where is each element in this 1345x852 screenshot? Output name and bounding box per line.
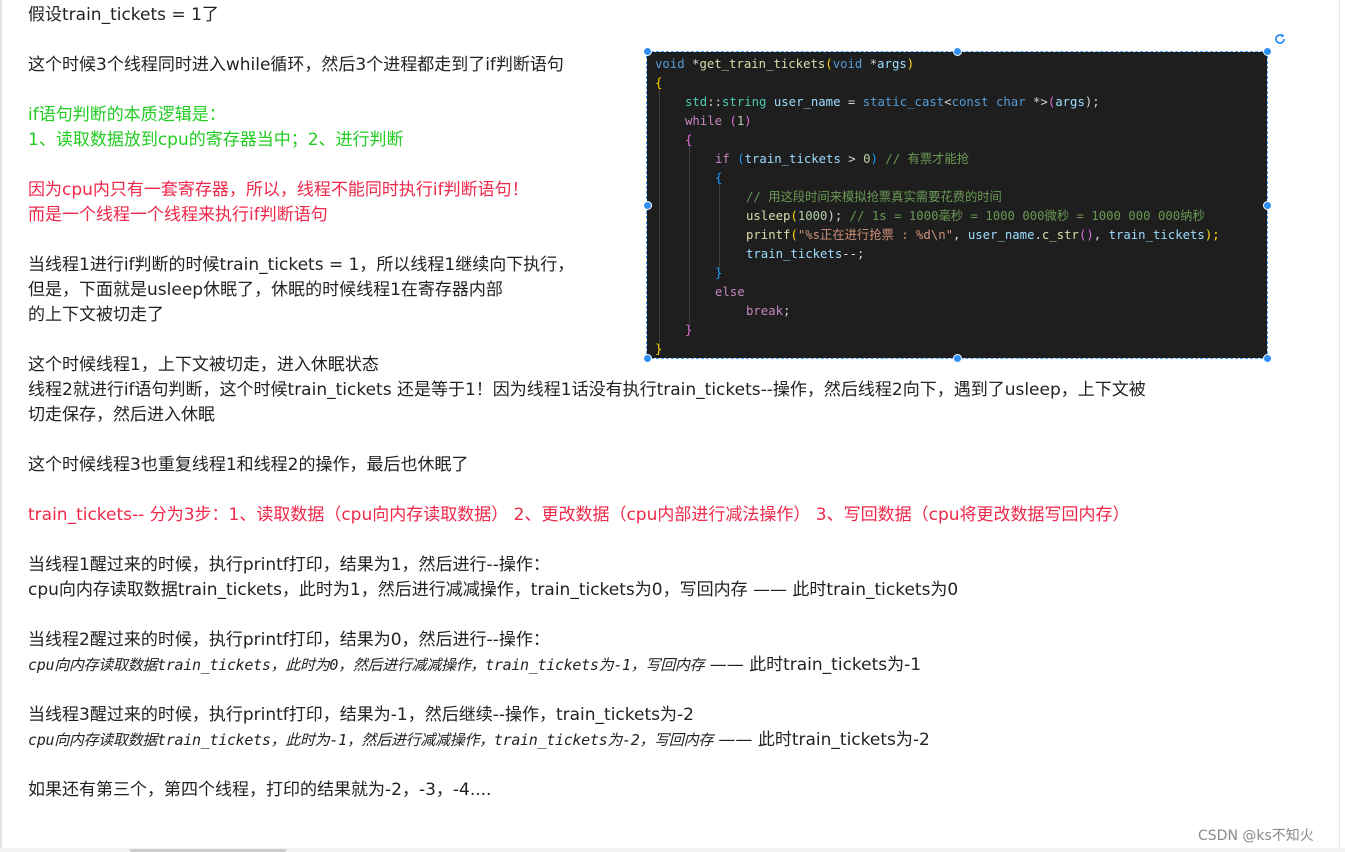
text-line-13: 这个时候线程3也重复线程1和线程2的操作，最后也休眠了 — [28, 455, 469, 475]
text-line-3: if语句判断的本质逻辑是： — [28, 105, 226, 125]
code-line-10: printf("%s正在进行抢票 : %d\n", user_name.c_st… — [746, 228, 1220, 242]
code-line-11: train_tickets--; — [746, 247, 865, 261]
text-line-20: cpu向内存读取数据train_tickets，此时为-1，然后进行减减操作，t… — [28, 728, 930, 753]
resize-handle-top-right[interactable] — [1263, 47, 1272, 56]
watermark: CSDN @ks不知火 — [1198, 828, 1314, 844]
text-line-5: 因为cpu内只有一套寄存器，所以，线程不能同时执行if判断语句！ — [28, 180, 529, 200]
text-segment: —— 此时train_tickets为-2 — [713, 730, 930, 750]
indent-guide — [719, 183, 720, 269]
resize-handle-bottom-left[interactable] — [643, 354, 652, 363]
left-border — [0, 0, 2, 852]
text-line-14: train_tickets-- 分为3步：1、读取数据（cpu向内存读取数据） … — [28, 505, 1130, 525]
text-line-12: 切走保存，然后进入休眠 — [28, 405, 215, 425]
code-line-3: std::string user_name = static_cast<cons… — [685, 95, 1100, 109]
right-border — [1339, 0, 1340, 852]
rotate-icon[interactable] — [1273, 32, 1287, 46]
text-line-2: 这个时候3个线程同时进入while循环，然后3个进程都走到了if判断语句 — [28, 55, 564, 75]
code-line-6: if (train_tickets > 0) // 有票才能抢 — [715, 152, 970, 166]
indent-guide — [659, 88, 660, 346]
resize-handle-left[interactable] — [643, 201, 652, 210]
text-line-11: 线程2就进行if语句判断，这个时候train_tickets 还是等于1！因为线… — [28, 380, 1146, 400]
code-line-8: // 用这段时间来模拟抢票真实需要花费的时间 — [746, 190, 1002, 204]
code-line-5: { — [685, 133, 693, 147]
code-line-15: } — [685, 323, 693, 337]
indent-guide — [689, 145, 690, 327]
resize-handle-bottom[interactable] — [953, 354, 962, 363]
text-line-9: 的上下文被切走了 — [28, 305, 164, 325]
code-line-4: while (1) — [685, 114, 752, 128]
resize-handle-top[interactable] — [953, 47, 962, 56]
text-line-21: 如果还有第三个，第四个线程，打印的结果就为-2，-3，-4.... — [28, 780, 492, 800]
code-line-9: usleep(1000); // 1s = 1000毫秒 = 1000 000微… — [746, 209, 1205, 223]
text-line-4: 1、读取数据放到cpu的寄存器当中；2、进行判断 — [28, 130, 404, 150]
code-line-14: break; — [746, 304, 791, 318]
text-line-7: 当线程1进行if判断的时候train_tickets = 1，所以线程1继续向下… — [28, 255, 575, 275]
text-line-16: cpu向内存读取数据train_tickets，此时为1，然后进行减减操作，tr… — [28, 580, 959, 600]
text-line-18: cpu向内存读取数据train_tickets，此时为0，然后进行减减操作，tr… — [28, 653, 921, 678]
text-line-17: 当线程2醒过来的时候，执行printf打印，结果为0，然后进行--操作： — [28, 630, 550, 650]
code-line-2: { — [655, 76, 663, 90]
handwritten-segment: cpu向内存读取数据train_tickets，此时为-1，然后进行减减操作，t… — [28, 731, 714, 749]
resize-handle-right[interactable] — [1263, 201, 1272, 210]
handwritten-segment: cpu向内存读取数据train_tickets，此时为0，然后进行减减操作，tr… — [28, 656, 705, 674]
text-line-19: 当线程3醒过来的时候，执行printf打印，结果为-1，然后继续--操作，tra… — [28, 705, 694, 725]
code-line-7: { — [715, 171, 723, 185]
text-line-6: 而是一个线程一个线程来执行if判断语句 — [28, 205, 328, 225]
code-image[interactable]: void *get_train_tickets(void *args) { st… — [646, 51, 1268, 359]
text-line-8: 但是，下面就是usleep休眠了，休眠的时候线程1在寄存器内部 — [28, 280, 503, 300]
text-line-1: 假设train_tickets = 1了 — [28, 5, 219, 25]
code-line-16: } — [655, 342, 663, 356]
resize-handle-bottom-right[interactable] — [1263, 354, 1272, 363]
code-line-1: void *get_train_tickets(void *args) — [655, 57, 915, 71]
text-line-10: 这个时候线程1，上下文被切走，进入休眠状态 — [28, 355, 379, 375]
text-line-15: 当线程1醒过来的时候，执行printf打印，结果为1，然后进行--操作： — [28, 555, 550, 575]
code-line-12: } — [715, 266, 723, 280]
text-segment: —— 此时train_tickets为-1 — [704, 655, 922, 675]
resize-handle-top-left[interactable] — [643, 47, 652, 56]
code-line-13: else — [715, 285, 745, 299]
